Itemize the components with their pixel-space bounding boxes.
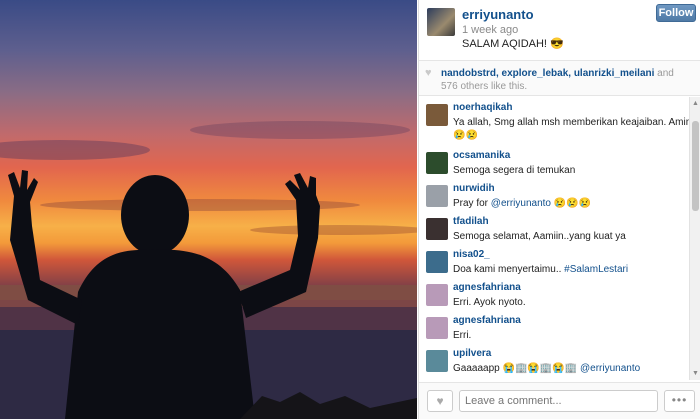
commenter-name[interactable]: upilvera — [453, 348, 491, 359]
comment-item: agnesfahriana Erri. Ayok nyoto. — [419, 277, 689, 310]
commenter-avatar[interactable] — [426, 350, 448, 372]
heart-icon: ♥ — [425, 67, 432, 79]
post-username[interactable]: erriyunanto — [462, 7, 534, 22]
commenter-name[interactable]: noerhaqikah — [453, 102, 512, 113]
comment-item: noerhaqikah Ya allah, Smg allah msh memb… — [419, 97, 689, 145]
scrollbar-thumb[interactable] — [692, 121, 699, 211]
comment-item: tfadilah Semoga selamat, Aamiin..yang ku… — [419, 211, 689, 244]
comment-item: upilvera Gaaaaapp 😭🏢😭🏢😭🏢 @erriyunanto — [419, 343, 689, 376]
comment-text: Semoga selamat, Aamiin..yang kuat ya — [453, 231, 626, 242]
commenter-avatar[interactable] — [426, 185, 448, 207]
commenter-name[interactable]: agnesfahriana — [453, 315, 521, 326]
commenter-name[interactable]: ocsamanika — [453, 150, 510, 161]
commenter-name[interactable]: agnesfahriana — [453, 282, 521, 293]
user-avatar[interactable] — [427, 8, 455, 36]
comment-item: nisa02_ Doa kami menyertaimu.. #SalamLes… — [419, 244, 689, 277]
mention-link[interactable]: @erriyunanto — [491, 198, 551, 209]
commenter-name[interactable]: tfadilah — [453, 216, 489, 227]
commenter-avatar[interactable] — [426, 218, 448, 240]
post-sidebar: erriyunanto 1 week ago SALAM AQIDAH! 😎 F… — [418, 0, 700, 419]
comment-text: Pray for @erriyunanto 😢😢😢 — [453, 198, 591, 209]
comment-input[interactable] — [459, 390, 658, 412]
scroll-up-arrow-icon[interactable]: ▲ — [691, 99, 700, 108]
like-button[interactable]: ♥ — [427, 390, 453, 412]
comment-text: Semoga segera di temukan — [453, 165, 576, 176]
comment-text: Doa kami menyertaimu.. #SalamLestari — [453, 264, 628, 275]
comment-footer: ♥ ••• — [419, 382, 700, 419]
scroll-down-arrow-icon[interactable]: ▼ — [691, 369, 700, 378]
mention-link[interactable]: @erriyunanto — [580, 363, 640, 374]
post-timestamp[interactable]: 1 week ago — [462, 24, 518, 36]
post-header: erriyunanto 1 week ago SALAM AQIDAH! 😎 F… — [419, 0, 700, 60]
commenter-avatar[interactable] — [426, 152, 448, 174]
comment-text: Ya allah, Smg allah msh memberikan keaja… — [453, 117, 689, 128]
commenter-avatar[interactable] — [426, 284, 448, 306]
comments-list[interactable]: noerhaqikah Ya allah, Smg allah msh memb… — [419, 97, 689, 380]
comment-text-prefix: Doa kami menyertaimu.. — [453, 264, 565, 275]
commenter-avatar[interactable] — [426, 104, 448, 126]
comment-text: Erri. — [453, 330, 472, 341]
comment-text-prefix: Pray for — [453, 198, 491, 209]
commenter-avatar[interactable] — [426, 251, 448, 273]
comment-text-continued: 😢😢 — [453, 130, 478, 141]
instagram-post-view: erriyunanto 1 week ago SALAM AQIDAH! 😎 F… — [0, 0, 700, 419]
follow-button[interactable]: Follow — [656, 4, 696, 22]
comment-item: ocsamanika Semoga segera di temukan — [419, 145, 689, 178]
heart-icon: ♥ — [436, 394, 444, 408]
likes-text: nandobstrd, explore_lebak, ulanrizki_mei… — [441, 67, 691, 93]
likers-names[interactable]: nandobstrd, explore_lebak, ulanrizki_mei… — [441, 68, 654, 79]
post-photo[interactable] — [0, 0, 417, 419]
comment-text: Erri. Ayok nyoto. — [453, 297, 526, 308]
commenter-name[interactable]: nisa02_ — [453, 249, 490, 260]
commenter-name[interactable]: nurwidih — [453, 183, 495, 194]
comment-text-suffix: 😢😢😢 — [550, 198, 592, 209]
more-options-button[interactable]: ••• — [664, 390, 695, 412]
likes-summary: ♥ nandobstrd, explore_lebak, ulanrizki_m… — [419, 60, 700, 96]
comment-item: agnesfahriana Erri. — [419, 310, 689, 343]
comment-item: nurwidih Pray for @erriyunanto 😢😢😢 — [419, 178, 689, 211]
hashtag-link[interactable]: #SalamLestari — [564, 264, 628, 275]
sunset-silhouette-image — [0, 121, 417, 419]
post-caption: SALAM AQIDAH! 😎 — [462, 38, 564, 50]
comment-text-prefix: Gaaaaapp 😭🏢😭🏢😭🏢 — [453, 363, 580, 374]
commenter-avatar[interactable] — [426, 317, 448, 339]
comment-text: Gaaaaapp 😭🏢😭🏢😭🏢 @erriyunanto — [453, 363, 640, 374]
comments-scrollbar[interactable]: ▲ ▼ — [689, 97, 700, 380]
